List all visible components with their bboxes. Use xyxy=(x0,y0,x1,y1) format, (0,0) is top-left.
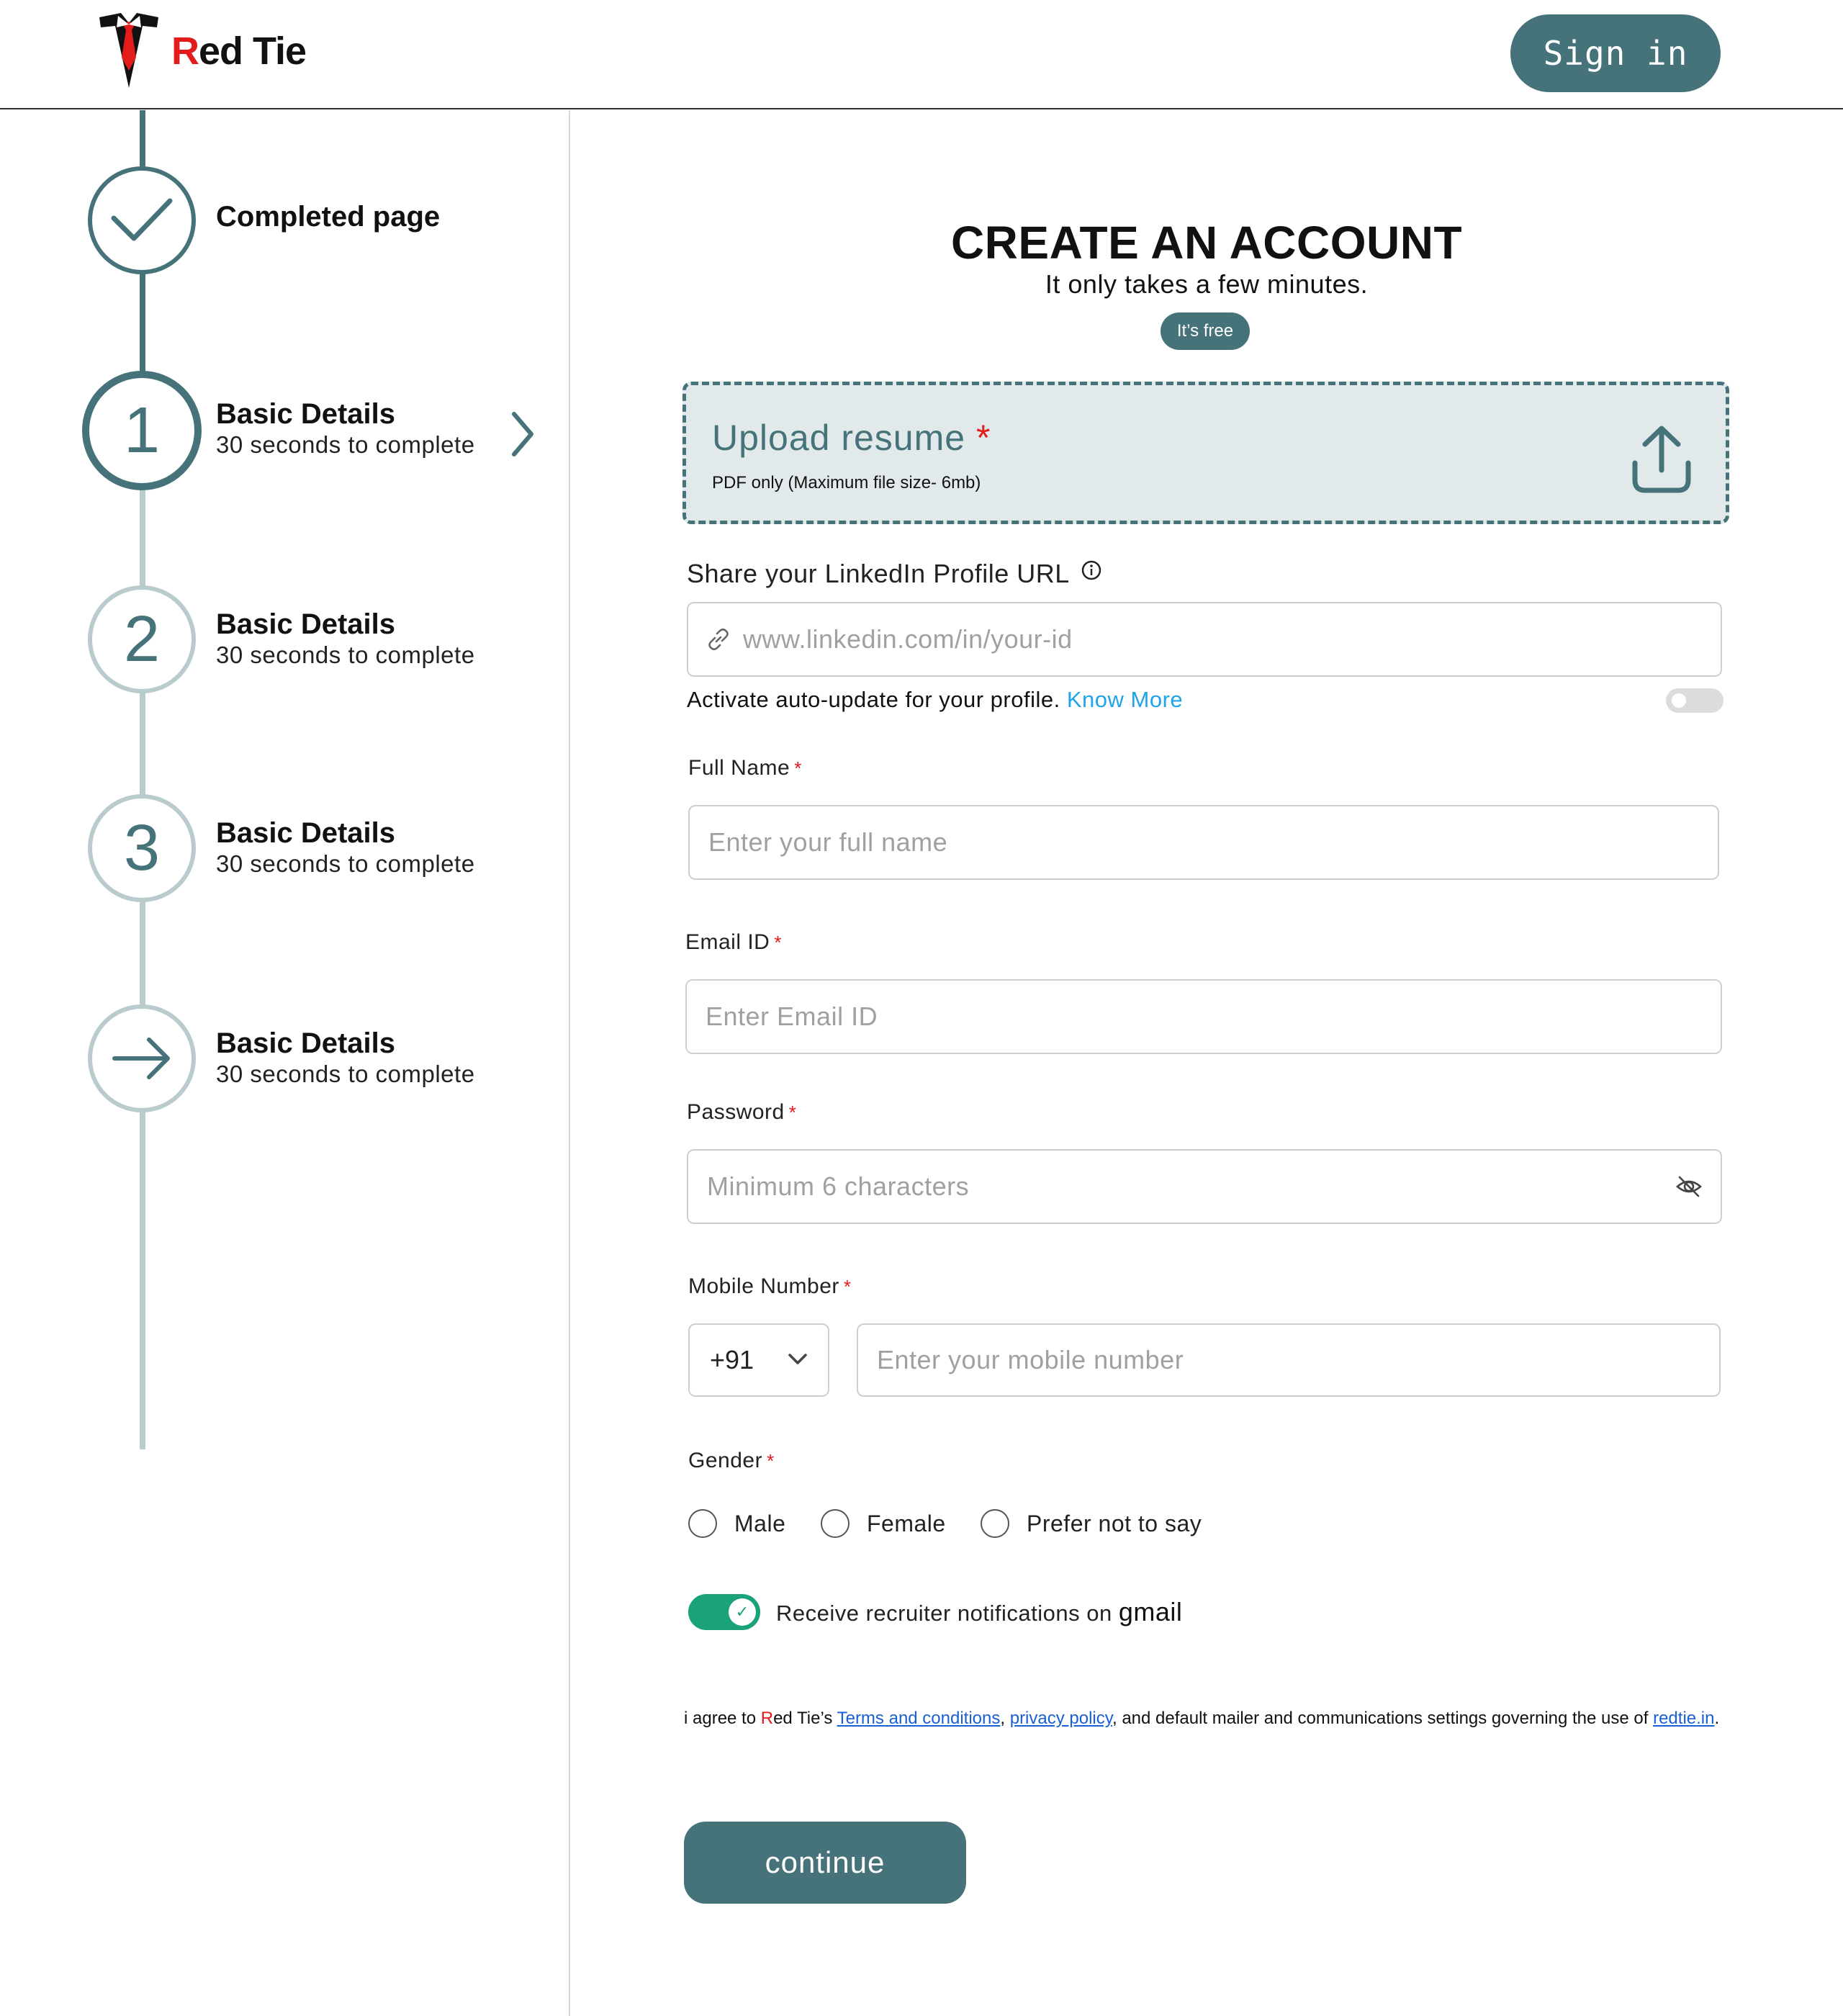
linkedin-label: Share your LinkedIn Profile URL xyxy=(687,559,1102,589)
upload-icon[interactable] xyxy=(1629,423,1694,495)
gender-option-male[interactable]: Male xyxy=(688,1509,785,1538)
step-completed-circle xyxy=(88,166,196,274)
continue-button[interactable]: continue xyxy=(684,1822,966,1904)
progress-sidebar: Completed page 1 Basic Details 30 second… xyxy=(0,110,570,2016)
page-subtitle: It only takes a few minutes. xyxy=(1045,269,1369,299)
required-mark: * xyxy=(975,418,991,458)
recruiter-notifications-toggle[interactable]: ✓ xyxy=(688,1594,760,1630)
auto-update-text: Activate auto-update for your profile. K… xyxy=(687,687,1184,712)
upload-resume-note: PDF only (Maximum file size- 6mb) xyxy=(712,473,981,492)
country-code-select[interactable]: +91 xyxy=(688,1323,829,1397)
upload-resume-title: Upload resume * xyxy=(712,418,991,458)
mobile-label: Mobile Number * xyxy=(688,1274,852,1298)
gender-option-prefer-not-to-say[interactable]: Prefer not to say xyxy=(981,1509,1202,1538)
password-label: Password * xyxy=(687,1100,797,1124)
step-4-circle[interactable] xyxy=(88,1004,196,1112)
password-input[interactable] xyxy=(688,1151,1675,1223)
step-1-title: Basic Details xyxy=(216,398,396,430)
privacy-policy-link[interactable]: privacy policy xyxy=(1010,1709,1112,1728)
info-icon[interactable] xyxy=(1081,559,1102,581)
logo-text: Red Tie xyxy=(171,30,307,73)
red-tie-logo-icon xyxy=(99,13,158,88)
full-name-label: Full Name * xyxy=(688,756,802,780)
recruiter-notifications-text: Receive recruiter notifications on gmail xyxy=(776,1597,1183,1626)
terms-link[interactable]: Terms and conditions xyxy=(837,1709,1001,1728)
password-field[interactable] xyxy=(687,1149,1722,1224)
step-2-circle[interactable]: 2 xyxy=(88,585,196,693)
free-badge: It’s free xyxy=(1161,312,1250,350)
linkedin-url-field[interactable] xyxy=(687,602,1722,677)
gender-option-female[interactable]: Female xyxy=(821,1509,946,1538)
step-2-number: 2 xyxy=(123,603,161,675)
eye-off-icon[interactable] xyxy=(1675,1172,1703,1201)
toggle-check-icon: ✓ xyxy=(729,1598,756,1626)
auto-update-toggle[interactable] xyxy=(1666,688,1723,713)
step-1-number: 1 xyxy=(123,395,161,467)
radio-button[interactable] xyxy=(981,1509,1009,1538)
mobile-number-field[interactable] xyxy=(857,1323,1721,1397)
header: Red Tie Sign in xyxy=(0,0,1843,109)
email-input[interactable] xyxy=(687,981,1721,1053)
country-code-value: +91 xyxy=(710,1345,754,1374)
linkedin-url-input[interactable] xyxy=(733,603,1721,675)
step-4-title: Basic Details xyxy=(216,1027,396,1059)
resume-upload-dropzone[interactable]: Upload resume * PDF only (Maximum file s… xyxy=(682,382,1729,524)
email-label: Email ID * xyxy=(685,930,782,954)
radio-button[interactable] xyxy=(821,1509,850,1538)
page-title: CREATE AN ACCOUNT xyxy=(950,217,1463,269)
site-link[interactable]: redtie.in xyxy=(1653,1709,1714,1728)
know-more-link[interactable]: Know More xyxy=(1067,687,1183,712)
step-completed-title: Completed page xyxy=(216,201,441,233)
sign-in-button[interactable]: Sign in xyxy=(1510,14,1721,92)
gender-label: Gender * xyxy=(688,1449,775,1472)
step-4-subtitle: 30 seconds to complete xyxy=(216,1061,475,1087)
step-1-subtitle: 30 seconds to complete xyxy=(216,431,475,458)
mobile-number-input[interactable] xyxy=(858,1325,1719,1395)
arrow-right-icon xyxy=(112,1038,170,1079)
step-2-subtitle: 30 seconds to complete xyxy=(216,642,475,668)
chevron-down-icon xyxy=(788,1354,807,1364)
chevron-right-icon[interactable] xyxy=(507,408,539,460)
full-name-field[interactable] xyxy=(688,805,1719,880)
radio-button[interactable] xyxy=(688,1509,717,1538)
step-3-subtitle: 30 seconds to complete xyxy=(216,850,475,877)
toggle-knob xyxy=(1672,693,1686,708)
check-icon xyxy=(111,198,173,241)
terms-agreement-text: i agree to Red Tie’s Terms and condition… xyxy=(684,1709,1720,1728)
step-2-title: Basic Details xyxy=(216,608,396,640)
step-3-number: 3 xyxy=(123,812,161,884)
logo[interactable]: Red Tie xyxy=(96,13,312,89)
full-name-input[interactable] xyxy=(690,806,1718,878)
step-3-title: Basic Details xyxy=(216,817,396,849)
step-3-circle[interactable]: 3 xyxy=(88,794,196,902)
link-icon xyxy=(708,628,729,651)
step-1-circle[interactable]: 1 xyxy=(82,371,202,490)
email-field[interactable] xyxy=(685,979,1722,1054)
